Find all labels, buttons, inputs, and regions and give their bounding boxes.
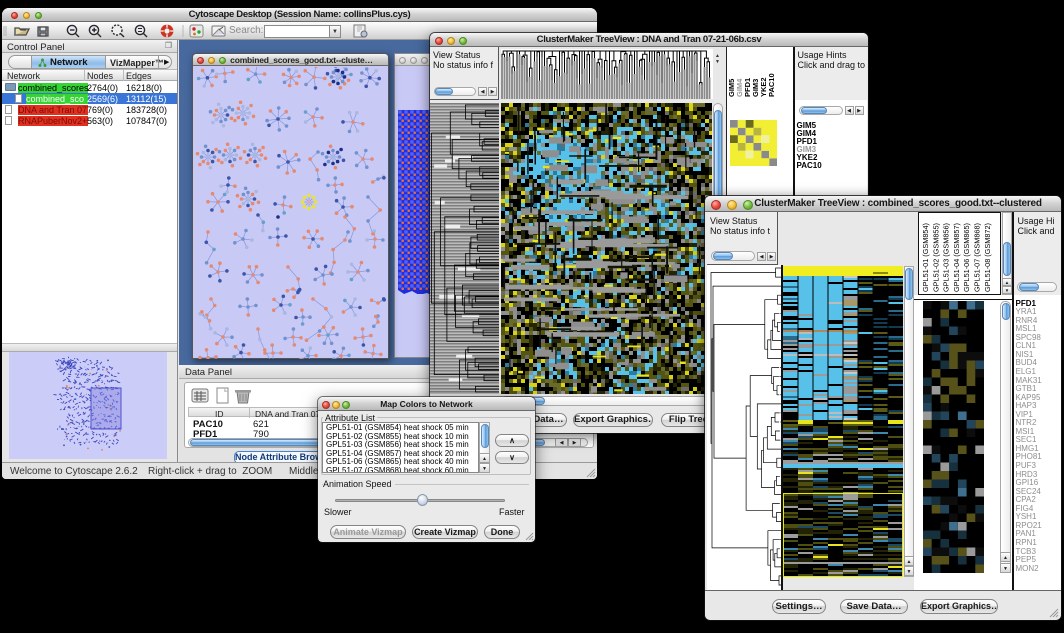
svg-text:GPL51-03 (GSM856): GPL51-03 (GSM856) — [942, 223, 951, 292]
svg-text:GPL51-02 (GSM855): GPL51-02 (GSM855) — [931, 223, 940, 292]
svg-text:GPL51-01 (GSM854): GPL51-01 (GSM854) — [921, 223, 930, 292]
svg-text:PAC10: PAC10 — [767, 73, 776, 97]
svg-text:GPL51-08 (GSM872): GPL51-08 (GSM872) — [983, 223, 992, 292]
svg-text:GPL51-04 (GSM857): GPL51-04 (GSM857) — [952, 223, 961, 292]
svg-text:GPL51-07 (GSM868): GPL51-07 (GSM868) — [973, 223, 982, 292]
svg-text:GPL51-06 (GSM865): GPL51-06 (GSM865) — [962, 223, 971, 292]
